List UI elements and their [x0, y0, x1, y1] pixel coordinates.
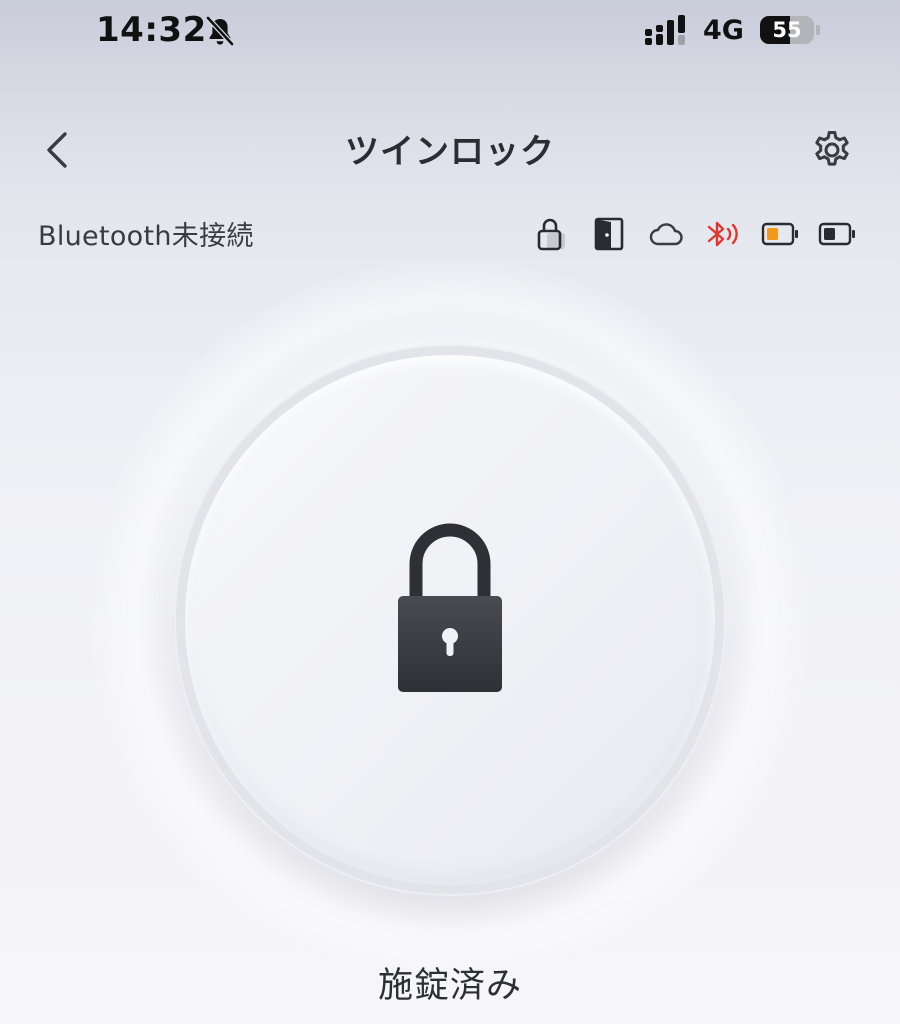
battery-icon: 55 — [760, 16, 822, 46]
cloud-icon — [646, 214, 686, 254]
battery-icon — [817, 214, 857, 254]
chevron-left-icon — [47, 132, 67, 168]
bell-muted-icon — [206, 16, 234, 46]
door-status-icon — [589, 214, 629, 254]
battery-low-icon — [760, 214, 800, 254]
lock-toggle-button[interactable] — [176, 346, 724, 894]
lock-state-label: 施錠済み — [377, 966, 522, 1006]
network-type: 4G — [703, 15, 744, 46]
bluetooth-signal-icon — [703, 214, 743, 254]
gear-icon — [815, 131, 849, 166]
settings-button[interactable] — [800, 122, 864, 178]
back-button[interactable] — [30, 122, 86, 178]
device-status-icons — [532, 214, 857, 254]
battery-level-text: 55 — [772, 18, 802, 42]
status-bar: 14:32 4G 55 — [0, 0, 900, 66]
signal-icon — [645, 15, 685, 45]
bluetooth-connection-status: Bluetooth未接続 — [38, 221, 254, 252]
page-title: ツインロック — [345, 132, 555, 172]
status-time: 14:32 — [96, 10, 207, 50]
lock-status-icon — [532, 214, 572, 254]
